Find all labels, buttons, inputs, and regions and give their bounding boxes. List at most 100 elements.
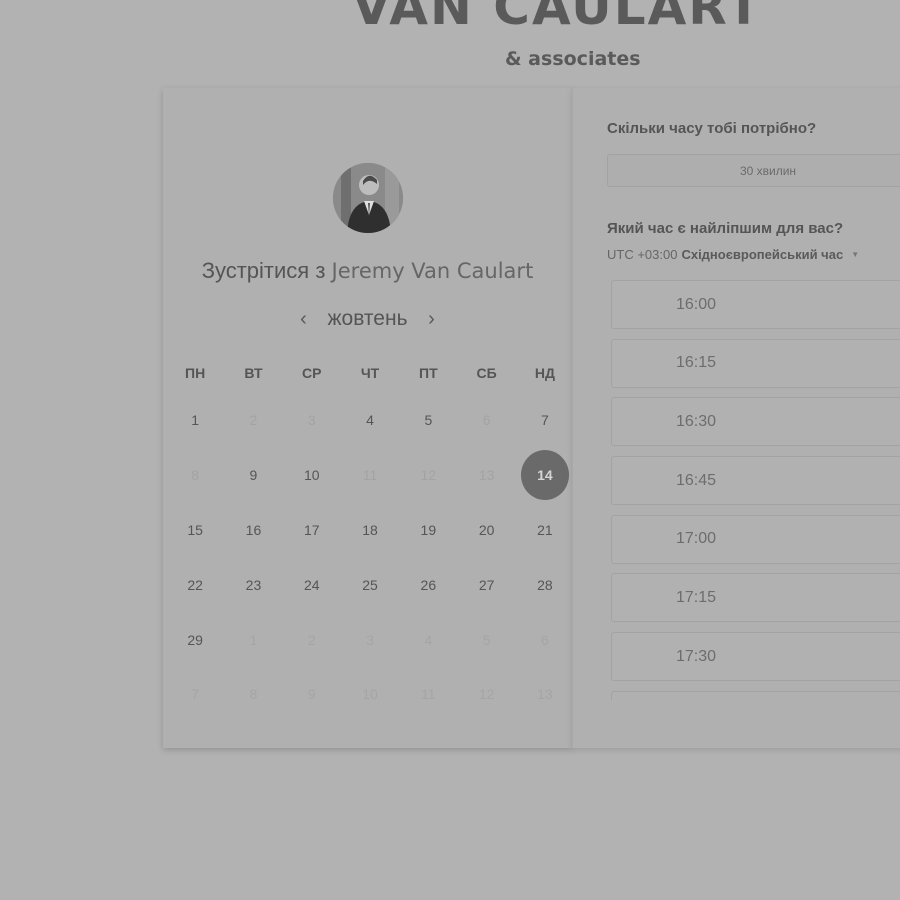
calendar-day-number: 29 bbox=[187, 631, 203, 648]
caret-down-icon: ▼ bbox=[851, 250, 860, 259]
calendar-day[interactable]: 20 bbox=[457, 503, 515, 558]
timezone-selector[interactable]: UTC +03:00 Східноєвропейський час ▼ bbox=[607, 247, 859, 262]
calendar-day[interactable]: 28 bbox=[516, 557, 574, 612]
brand-subtitle: & associates bbox=[505, 48, 641, 70]
calendar-day[interactable]: 25 bbox=[341, 557, 399, 612]
calendar-day-selected[interactable]: 14 bbox=[516, 448, 574, 503]
timezone-name: Східноєвропейський час bbox=[681, 247, 844, 262]
time-slot-button[interactable]: 16:45 bbox=[611, 456, 900, 506]
calendar-day-number: 8 bbox=[191, 467, 200, 484]
calendar-day-number: 18 bbox=[362, 521, 378, 538]
calendar-day-number: 21 bbox=[537, 521, 553, 538]
calendar-day[interactable]: 17 bbox=[283, 503, 341, 558]
calendar-day-number: 8 bbox=[249, 686, 258, 703]
calendar-day-number: 20 bbox=[478, 521, 495, 538]
calendar-day[interactable]: 4 bbox=[341, 393, 399, 448]
calendar-day-number: 4 bbox=[424, 631, 433, 648]
calendar-day-number: 16 bbox=[245, 521, 262, 538]
time-slot-button[interactable]: 16:00 bbox=[611, 280, 900, 329]
calendar-day-number: 26 bbox=[420, 576, 437, 593]
calendar-day-number: 11 bbox=[362, 467, 378, 484]
calendar-day-number: 10 bbox=[362, 686, 378, 703]
calendar-day-number: 10 bbox=[303, 467, 320, 484]
time-slot-list: 16:00 16:15 16:30 16:45 17:00 17:15 17:30 bbox=[611, 280, 900, 700]
calendar-day-number: 1 bbox=[191, 412, 200, 429]
time-slot-button[interactable]: 16:15 bbox=[611, 338, 900, 388]
calendar-day[interactable]: 27 bbox=[457, 557, 515, 612]
calendar-day[interactable]: 5 bbox=[399, 393, 457, 448]
calendar-card: Зустрітися з Jeremy Van Caulart ‹ жовтен… bbox=[163, 88, 572, 748]
calendar-day[interactable]: 21 bbox=[516, 503, 574, 558]
calendar-day[interactable]: 16 bbox=[224, 503, 282, 558]
calendar-day-number: 17 bbox=[303, 521, 320, 538]
calendar-day[interactable]: 7 bbox=[516, 393, 574, 448]
calendar-day: 6 bbox=[516, 612, 574, 667]
calendar-day[interactable]: 1 bbox=[166, 393, 224, 448]
calendar-day-number: 28 bbox=[537, 576, 553, 593]
calendar-day-number: 11 bbox=[421, 686, 436, 703]
calendar-day[interactable]: 22 bbox=[166, 557, 224, 612]
calendar-day[interactable]: 29 bbox=[166, 612, 224, 667]
timezone-offset: UTC +03:00 bbox=[607, 247, 678, 262]
time-slot-button[interactable]: 17:00 bbox=[611, 514, 900, 564]
calendar-day-number: 14 bbox=[520, 450, 569, 501]
calendar-day[interactable]: 26 bbox=[399, 557, 457, 612]
calendar-day: 3 bbox=[283, 393, 341, 448]
calendar-day[interactable]: 10 bbox=[283, 448, 341, 503]
duration-question: Скільки часу тобі потрібно? bbox=[607, 120, 817, 137]
calendar-day: 12 bbox=[457, 667, 515, 722]
calendar-day: 13 bbox=[457, 448, 515, 503]
calendar-day[interactable]: 9 bbox=[224, 448, 282, 503]
weekday-header: НД bbox=[534, 365, 555, 381]
duration-selector[interactable]: 30 хвилин bbox=[607, 154, 900, 187]
time-slot-button-partial[interactable] bbox=[611, 690, 900, 700]
calendar-day[interactable]: 24 bbox=[283, 557, 341, 612]
calendar-day: 9 bbox=[283, 667, 341, 722]
time-slot-button[interactable]: 17:30 bbox=[611, 632, 900, 682]
calendar-day: 11 bbox=[399, 667, 457, 722]
calendar-day-number: 12 bbox=[478, 686, 495, 703]
calendar-day: 4 bbox=[399, 612, 457, 667]
calendar-day[interactable]: 15 bbox=[166, 503, 224, 558]
weekday-header: ПН bbox=[185, 365, 206, 381]
calendar-day: 8 bbox=[224, 667, 282, 722]
calendar-day-number: 3 bbox=[366, 631, 374, 648]
calendar-day-number: 6 bbox=[541, 631, 549, 648]
time-question: Який час є найліпшим для вас? bbox=[607, 220, 844, 237]
next-month-chevron-icon[interactable]: › bbox=[422, 309, 442, 329]
calendar-day-number: 2 bbox=[307, 631, 316, 648]
calendar-day-number: 7 bbox=[541, 412, 549, 429]
calendar-day-number: 22 bbox=[187, 576, 203, 593]
calendar-day[interactable]: 19 bbox=[399, 503, 457, 558]
weekday-header: ВТ bbox=[244, 365, 263, 381]
weekday-header: ПТ bbox=[419, 365, 438, 381]
calendar-day-number: 6 bbox=[482, 412, 491, 429]
calendar-day: 2 bbox=[224, 393, 282, 448]
calendar-day-number: 19 bbox=[420, 521, 437, 538]
calendar-day-number: 12 bbox=[420, 467, 437, 484]
weekday-header: СР bbox=[302, 365, 322, 381]
calendar-day-number: 24 bbox=[303, 576, 320, 593]
calendar-grid: ПН ВТ СР ЧТ ПТ СБ НД 1 2 3 4 5 6 7 8 9 10 11 12 13 14 15 16 17 1… bbox=[166, 353, 574, 722]
calendar-day: 3 bbox=[341, 612, 399, 667]
time-slot-button[interactable]: 16:30 bbox=[611, 397, 900, 447]
calendar-day-number: 9 bbox=[249, 467, 258, 484]
month-navigation: ‹ жовтень › bbox=[163, 304, 572, 334]
host-avatar bbox=[333, 163, 403, 233]
time-slot-button[interactable]: 17:15 bbox=[611, 573, 900, 623]
calendar-day: 7 bbox=[166, 667, 224, 722]
meeting-title: Зустрітися з Jeremy Van Caulart bbox=[163, 258, 572, 284]
calendar-day-number: 1 bbox=[249, 631, 258, 648]
brand-name: VAN CAULART bbox=[352, 0, 763, 36]
calendar-day: 2 bbox=[283, 612, 341, 667]
host-name: Jeremy Van Caulart bbox=[331, 259, 534, 283]
calendar-day[interactable]: 18 bbox=[341, 503, 399, 558]
calendar-day-number: 25 bbox=[362, 576, 378, 593]
calendar-day-number: 23 bbox=[245, 576, 262, 593]
calendar-day[interactable]: 23 bbox=[224, 557, 282, 612]
calendar-day-number: 15 bbox=[187, 521, 203, 538]
calendar-day-number: 7 bbox=[191, 686, 200, 703]
calendar-day: 1 bbox=[224, 612, 282, 667]
prev-month-chevron-icon[interactable]: ‹ bbox=[293, 309, 313, 329]
meeting-title-prefix: Зустрітися з bbox=[201, 258, 326, 283]
